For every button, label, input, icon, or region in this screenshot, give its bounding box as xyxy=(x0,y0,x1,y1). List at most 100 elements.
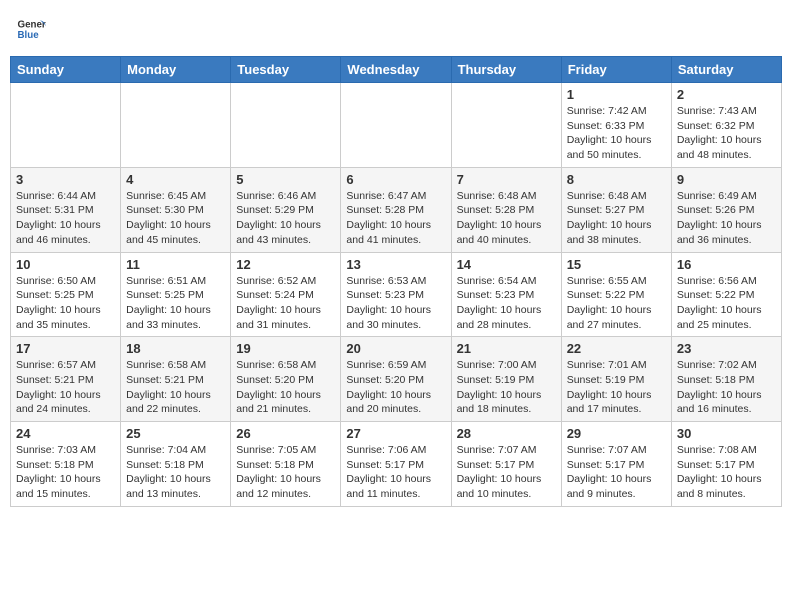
day-number: 7 xyxy=(457,172,556,187)
day-of-week-header: Thursday xyxy=(451,57,561,83)
logo-icon: General Blue xyxy=(16,14,46,44)
calendar-week-row: 1Sunrise: 7:42 AM Sunset: 6:33 PM Daylig… xyxy=(11,83,782,168)
day-number: 20 xyxy=(346,341,445,356)
day-number: 9 xyxy=(677,172,776,187)
calendar-cell: 28 Sunrise: 7:07 AM Sunset: 5:17 PM Dayli… xyxy=(451,422,561,507)
calendar-cell: 8Sunrise: 6:48 AM Sunset: 5:27 PM Daylig… xyxy=(561,167,671,252)
day-info: Sunrise: 7:04 AM Sunset: 5:18 PM Dayligh… xyxy=(126,443,225,502)
calendar-cell: 17 Sunrise: 6:57 AM Sunset: 5:21 PM Dayli… xyxy=(11,337,121,422)
calendar-cell xyxy=(341,83,451,168)
day-info: Sunrise: 7:08 AM Sunset: 5:17 PM Dayligh… xyxy=(677,443,776,502)
day-info: Sunrise: 6:51 AM Sunset: 5:25 PM Dayligh… xyxy=(126,274,225,333)
calendar-cell: 30 Sunrise: 7:08 AM Sunset: 5:17 PM Dayli… xyxy=(671,422,781,507)
calendar-cell xyxy=(11,83,121,168)
calendar-cell: 27 Sunrise: 7:06 AM Sunset: 5:17 PM Dayli… xyxy=(341,422,451,507)
calendar-cell: 12 Sunrise: 6:52 AM Sunset: 5:24 PM Dayli… xyxy=(231,252,341,337)
calendar-cell: 5 Sunrise: 6:46 AM Sunset: 5:29 PM Daylig… xyxy=(231,167,341,252)
day-info: Sunrise: 7:06 AM Sunset: 5:17 PM Dayligh… xyxy=(346,443,445,502)
day-number: 5 xyxy=(236,172,335,187)
day-info: Sunrise: 6:46 AM Sunset: 5:29 PM Dayligh… xyxy=(236,189,335,248)
calendar-week-row: 17 Sunrise: 6:57 AM Sunset: 5:21 PM Dayli… xyxy=(11,337,782,422)
day-info: Sunrise: 7:01 AM Sunset: 5:19 PM Dayligh… xyxy=(567,358,666,417)
day-info: Sunrise: 7:07 AM Sunset: 5:17 PM Dayligh… xyxy=(457,443,556,502)
day-info: Sunrise: 7:05 AM Sunset: 5:18 PM Dayligh… xyxy=(236,443,335,502)
day-number: 10 xyxy=(16,257,115,272)
day-info: Sunrise: 6:57 AM Sunset: 5:21 PM Dayligh… xyxy=(16,358,115,417)
calendar-cell: 21 Sunrise: 7:00 AM Sunset: 5:19 PM Dayli… xyxy=(451,337,561,422)
day-info: Sunrise: 7:03 AM Sunset: 5:18 PM Dayligh… xyxy=(16,443,115,502)
day-number: 13 xyxy=(346,257,445,272)
day-number: 23 xyxy=(677,341,776,356)
calendar-cell: 22 Sunrise: 7:01 AM Sunset: 5:19 PM Dayli… xyxy=(561,337,671,422)
day-number: 19 xyxy=(236,341,335,356)
day-info: Sunrise: 7:42 AM Sunset: 6:33 PM Dayligh… xyxy=(567,104,666,163)
day-info: Sunrise: 6:55 AM Sunset: 5:22 PM Dayligh… xyxy=(567,274,666,333)
day-number: 12 xyxy=(236,257,335,272)
day-info: Sunrise: 7:00 AM Sunset: 5:19 PM Dayligh… xyxy=(457,358,556,417)
calendar-cell: 13 Sunrise: 6:53 AM Sunset: 5:23 PM Dayli… xyxy=(341,252,451,337)
calendar-cell: 14Sunrise: 6:54 AM Sunset: 5:23 PM Dayli… xyxy=(451,252,561,337)
calendar-week-row: 3 Sunrise: 6:44 AM Sunset: 5:31 PM Daylig… xyxy=(11,167,782,252)
day-info: Sunrise: 6:59 AM Sunset: 5:20 PM Dayligh… xyxy=(346,358,445,417)
calendar-cell: 9 Sunrise: 6:49 AM Sunset: 5:26 PM Daylig… xyxy=(671,167,781,252)
calendar-cell: 26 Sunrise: 7:05 AM Sunset: 5:18 PM Dayli… xyxy=(231,422,341,507)
day-number: 28 xyxy=(457,426,556,441)
calendar-cell: 6 Sunrise: 6:47 AM Sunset: 5:28 PM Daylig… xyxy=(341,167,451,252)
calendar-cell: 1Sunrise: 7:42 AM Sunset: 6:33 PM Daylig… xyxy=(561,83,671,168)
day-number: 15 xyxy=(567,257,666,272)
day-number: 14 xyxy=(457,257,556,272)
day-of-week-header: Sunday xyxy=(11,57,121,83)
day-number: 16 xyxy=(677,257,776,272)
calendar-cell xyxy=(451,83,561,168)
calendar-cell: 10 Sunrise: 6:50 AM Sunset: 5:25 PM Dayli… xyxy=(11,252,121,337)
day-info: Sunrise: 7:43 AM Sunset: 6:32 PM Dayligh… xyxy=(677,104,776,163)
day-info: Sunrise: 6:53 AM Sunset: 5:23 PM Dayligh… xyxy=(346,274,445,333)
calendar-week-row: 10 Sunrise: 6:50 AM Sunset: 5:25 PM Dayli… xyxy=(11,252,782,337)
calendar-cell: 19 Sunrise: 6:58 AM Sunset: 5:20 PM Dayli… xyxy=(231,337,341,422)
day-number: 24 xyxy=(16,426,115,441)
day-info: Sunrise: 6:47 AM Sunset: 5:28 PM Dayligh… xyxy=(346,189,445,248)
day-number: 3 xyxy=(16,172,115,187)
calendar-cell: 15 Sunrise: 6:55 AM Sunset: 5:22 PM Dayli… xyxy=(561,252,671,337)
day-number: 27 xyxy=(346,426,445,441)
calendar-cell: 20 Sunrise: 6:59 AM Sunset: 5:20 PM Dayli… xyxy=(341,337,451,422)
calendar-table: SundayMondayTuesdayWednesdayThursdayFrid… xyxy=(10,56,782,507)
day-number: 17 xyxy=(16,341,115,356)
day-info: Sunrise: 6:52 AM Sunset: 5:24 PM Dayligh… xyxy=(236,274,335,333)
day-info: Sunrise: 6:45 AM Sunset: 5:30 PM Dayligh… xyxy=(126,189,225,248)
day-info: Sunrise: 6:58 AM Sunset: 5:20 PM Dayligh… xyxy=(236,358,335,417)
calendar-cell xyxy=(231,83,341,168)
calendar-cell: 2 Sunrise: 7:43 AM Sunset: 6:32 PM Daylig… xyxy=(671,83,781,168)
day-of-week-header: Saturday xyxy=(671,57,781,83)
day-number: 21 xyxy=(457,341,556,356)
day-info: Sunrise: 6:48 AM Sunset: 5:28 PM Dayligh… xyxy=(457,189,556,248)
day-number: 22 xyxy=(567,341,666,356)
day-number: 8 xyxy=(567,172,666,187)
day-info: Sunrise: 6:44 AM Sunset: 5:31 PM Dayligh… xyxy=(16,189,115,248)
logo: General Blue xyxy=(16,14,46,44)
day-of-week-header: Monday xyxy=(121,57,231,83)
day-of-week-header: Tuesday xyxy=(231,57,341,83)
calendar-cell: 23Sunrise: 7:02 AM Sunset: 5:18 PM Dayli… xyxy=(671,337,781,422)
calendar-cell: 4Sunrise: 6:45 AM Sunset: 5:30 PM Daylig… xyxy=(121,167,231,252)
calendar-cell: 29Sunrise: 7:07 AM Sunset: 5:17 PM Dayli… xyxy=(561,422,671,507)
svg-text:Blue: Blue xyxy=(18,30,40,41)
day-of-week-header: Wednesday xyxy=(341,57,451,83)
calendar-cell: 18Sunrise: 6:58 AM Sunset: 5:21 PM Dayli… xyxy=(121,337,231,422)
day-number: 2 xyxy=(677,87,776,102)
calendar-cell xyxy=(121,83,231,168)
calendar-week-row: 24 Sunrise: 7:03 AM Sunset: 5:18 PM Dayli… xyxy=(11,422,782,507)
day-of-week-header: Friday xyxy=(561,57,671,83)
day-number: 26 xyxy=(236,426,335,441)
day-number: 25 xyxy=(126,426,225,441)
calendar-cell: 16Sunrise: 6:56 AM Sunset: 5:22 PM Dayli… xyxy=(671,252,781,337)
day-info: Sunrise: 6:49 AM Sunset: 5:26 PM Dayligh… xyxy=(677,189,776,248)
calendar-cell: 25 Sunrise: 7:04 AM Sunset: 5:18 PM Dayli… xyxy=(121,422,231,507)
day-number: 30 xyxy=(677,426,776,441)
calendar-cell: 11Sunrise: 6:51 AM Sunset: 5:25 PM Dayli… xyxy=(121,252,231,337)
day-number: 18 xyxy=(126,341,225,356)
calendar-cell: 24 Sunrise: 7:03 AM Sunset: 5:18 PM Dayli… xyxy=(11,422,121,507)
day-info: Sunrise: 6:50 AM Sunset: 5:25 PM Dayligh… xyxy=(16,274,115,333)
day-number: 6 xyxy=(346,172,445,187)
calendar-header-row: SundayMondayTuesdayWednesdayThursdayFrid… xyxy=(11,57,782,83)
